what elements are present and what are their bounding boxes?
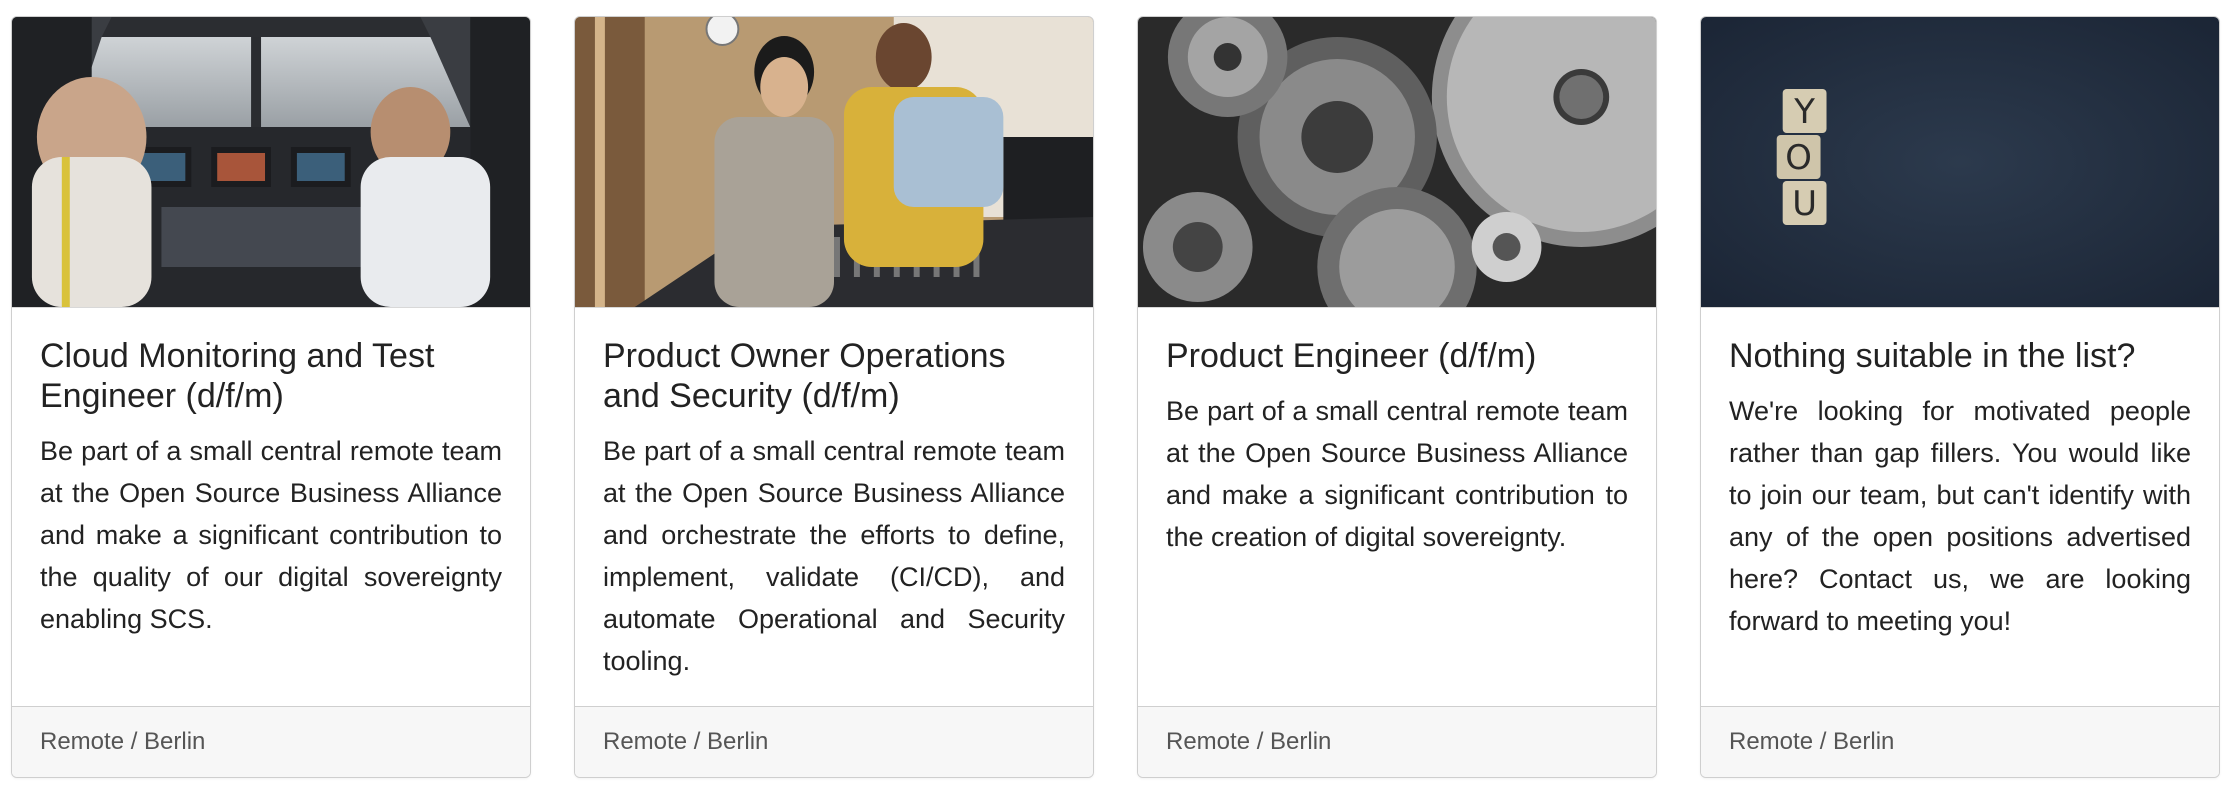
gears-photo[interactable] <box>1138 17 1656 308</box>
job-location: Remote / Berlin <box>575 706 1093 777</box>
job-card-product-owner[interactable]: Product Owner Operations and Security (d… <box>574 16 1094 778</box>
job-location: Remote / Berlin <box>12 706 530 777</box>
card-body: Cloud Monitoring and Test Engineer (d/f/… <box>12 308 530 706</box>
you-letter-tiles-photo[interactable]: Y O U <box>1701 17 2219 308</box>
job-card-product-engineer[interactable]: Product Engineer (d/f/m) Be part of a sm… <box>1137 16 1657 778</box>
job-card-list: Cloud Monitoring and Test Engineer (d/f/… <box>11 16 2220 778</box>
card-body: Product Engineer (d/f/m) Be part of a sm… <box>1138 308 1656 706</box>
tile-letter-o: O <box>1785 139 1812 178</box>
tile-letter-u: U <box>1792 185 1817 224</box>
card-body: Product Owner Operations and Security (d… <box>575 308 1093 706</box>
job-title[interactable]: Cloud Monitoring and Test Engineer (d/f/… <box>40 336 502 416</box>
job-title[interactable]: Product Engineer (d/f/m) <box>1166 336 1628 376</box>
job-description: Be part of a small central remote team a… <box>603 436 1065 676</box>
job-location: Remote / Berlin <box>1138 706 1656 777</box>
job-description: Be part of a small central remote team a… <box>40 436 502 634</box>
job-location: Remote / Berlin <box>1701 706 2219 777</box>
job-card-cloud-monitoring[interactable]: Cloud Monitoring and Test Engineer (d/f/… <box>11 16 531 778</box>
job-description: Be part of a small central remote team a… <box>1166 396 1628 552</box>
cockpit-photo[interactable] <box>12 17 530 308</box>
recording-studio-photo[interactable] <box>575 17 1093 308</box>
card-body: Nothing suitable in the list? We're look… <box>1701 308 2219 706</box>
job-title[interactable]: Product Owner Operations and Security (d… <box>603 336 1065 416</box>
job-description: We're looking for motivated people rathe… <box>1729 396 2191 636</box>
card-unsolicited-application[interactable]: Y O U Nothing suitable in the list? We'r… <box>1700 16 2220 778</box>
job-title[interactable]: Nothing suitable in the list? <box>1729 336 2191 376</box>
tile-letter-y: Y <box>1793 93 1815 132</box>
